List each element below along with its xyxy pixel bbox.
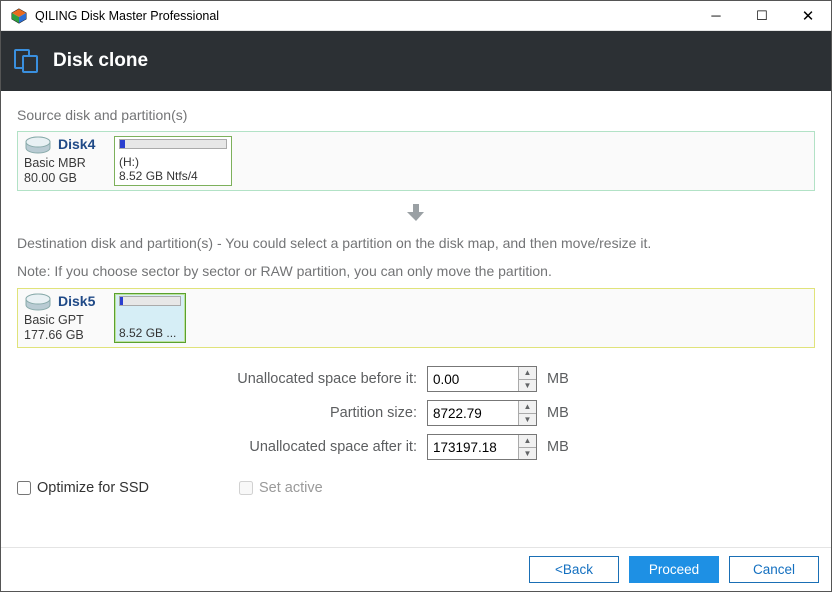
space-after-input[interactable]: ▲▼ — [427, 434, 537, 460]
set-active-checkbox: Set active — [239, 480, 323, 496]
destination-partition-map[interactable]: 8.52 GB ... — [114, 293, 186, 343]
optimize-ssd-label: Optimize for SSD — [37, 480, 149, 496]
page-header: Disk clone — [1, 31, 831, 91]
step-down-icon[interactable]: ▼ — [519, 379, 536, 392]
maximize-button[interactable]: ☐ — [739, 1, 785, 31]
destination-disk-box: Disk5 Basic GPT 177.66 GB 8.52 GB ... — [17, 288, 815, 348]
field-space-after: Unallocated space after it: ▲▼ MB — [17, 434, 815, 460]
destination-heading: Destination disk and partition(s) - You … — [17, 232, 815, 254]
app-window: QILING Disk Master Professional ─ ☐ ✕ Di… — [0, 0, 832, 592]
cancel-button[interactable]: Cancel — [729, 556, 819, 583]
disk-icon — [24, 293, 52, 313]
source-disk-size: 80.00 GB — [24, 171, 114, 186]
body: Source disk and partition(s) Disk4 Basic… — [1, 91, 831, 547]
destination-disk-header: Disk5 Basic GPT 177.66 GB — [22, 293, 114, 343]
destination-disk-size: 177.66 GB — [24, 328, 114, 343]
usage-bar — [119, 296, 181, 306]
destination-partition-label: 8.52 GB ... — [119, 326, 181, 340]
resize-fields: Unallocated space before it: ▲▼ MB Parti… — [17, 366, 815, 468]
space-before-input[interactable]: ▲▼ — [427, 366, 537, 392]
unit-label: MB — [547, 371, 569, 387]
field-label: Unallocated space after it: — [17, 439, 427, 455]
proceed-button[interactable]: Proceed — [629, 556, 719, 583]
step-up-icon[interactable]: ▲ — [519, 435, 536, 447]
back-button[interactable]: <Back — [529, 556, 619, 583]
source-disk-box: Disk4 Basic MBR 80.00 GB (H:) 8.52 GB Nt… — [17, 131, 815, 191]
disk-clone-icon — [13, 48, 39, 74]
destination-partition[interactable]: 8.52 GB ... — [114, 293, 186, 343]
arrow-down-icon — [17, 201, 815, 226]
destination-note: Note: If you choose sector by sector or … — [17, 260, 815, 282]
step-down-icon[interactable]: ▼ — [519, 413, 536, 426]
partition-label-1: (H:) — [119, 155, 227, 169]
window-title: QILING Disk Master Professional — [35, 9, 693, 23]
partition-size-value[interactable] — [428, 401, 518, 425]
minimize-button[interactable]: ─ — [693, 1, 739, 31]
usage-bar — [119, 139, 227, 149]
page-title: Disk clone — [53, 50, 148, 72]
optimize-ssd-input[interactable] — [17, 481, 31, 495]
field-partition-size: Partition size: ▲▼ MB — [17, 400, 815, 426]
footer: <Back Proceed Cancel — [1, 547, 831, 591]
step-up-icon[interactable]: ▲ — [519, 367, 536, 379]
unit-label: MB — [547, 405, 569, 421]
options-row: Optimize for SSD Set active — [17, 480, 815, 496]
partition-label-2: 8.52 GB Ntfs/4 — [119, 169, 227, 183]
destination-disk-name: Disk5 — [58, 293, 95, 309]
source-heading: Source disk and partition(s) — [17, 107, 815, 123]
set-active-label: Set active — [259, 480, 323, 496]
source-disk-name: Disk4 — [58, 136, 95, 152]
optimize-ssd-checkbox[interactable]: Optimize for SSD — [17, 480, 149, 496]
step-up-icon[interactable]: ▲ — [519, 401, 536, 413]
source-disk-header: Disk4 Basic MBR 80.00 GB — [22, 136, 114, 186]
titlebar: QILING Disk Master Professional ─ ☐ ✕ — [1, 1, 831, 31]
source-partition[interactable]: (H:) 8.52 GB Ntfs/4 — [114, 136, 232, 186]
source-partition-map[interactable]: (H:) 8.52 GB Ntfs/4 — [114, 136, 232, 186]
space-after-value[interactable] — [428, 435, 518, 459]
partition-size-input[interactable]: ▲▼ — [427, 400, 537, 426]
app-icon — [11, 8, 27, 24]
destination-disk-type: Basic GPT — [24, 313, 114, 328]
disk-icon — [24, 136, 52, 156]
close-button[interactable]: ✕ — [785, 1, 831, 31]
set-active-input — [239, 481, 253, 495]
unit-label: MB — [547, 439, 569, 455]
field-space-before: Unallocated space before it: ▲▼ MB — [17, 366, 815, 392]
space-before-value[interactable] — [428, 367, 518, 391]
field-label: Unallocated space before it: — [17, 371, 427, 387]
source-disk-type: Basic MBR — [24, 156, 114, 171]
step-down-icon[interactable]: ▼ — [519, 447, 536, 460]
field-label: Partition size: — [17, 405, 427, 421]
